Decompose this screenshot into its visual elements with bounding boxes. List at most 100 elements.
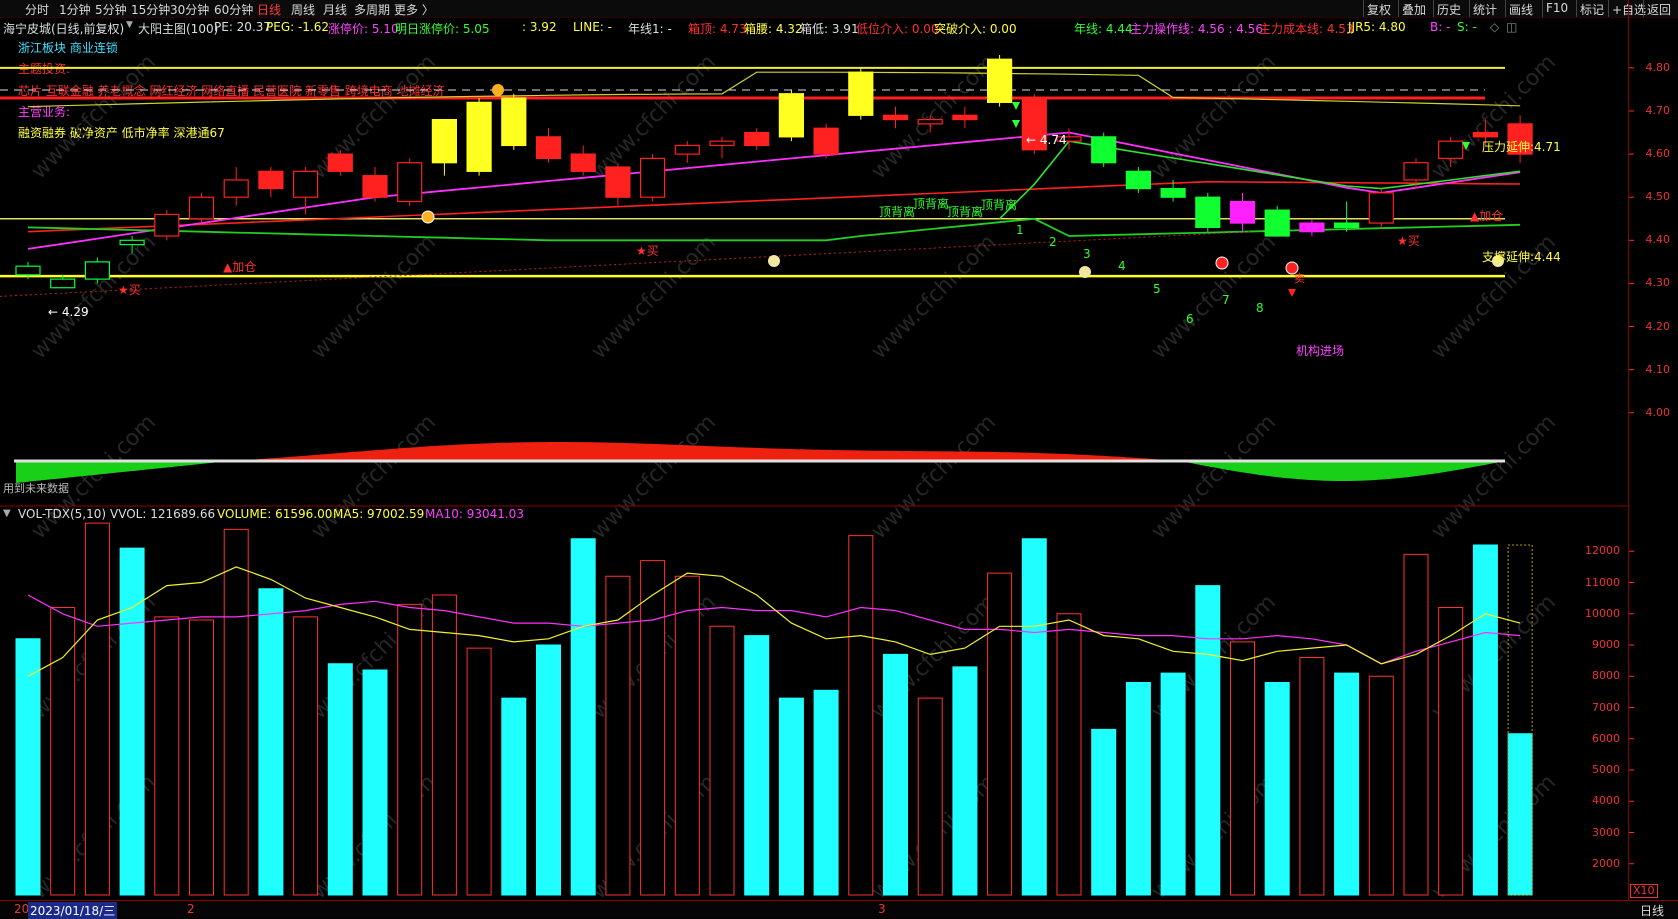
candle-body — [188, 196, 215, 220]
plus-marker-1 — [1215, 256, 1229, 270]
candle-body — [1091, 136, 1117, 164]
watermark-text: www.cfchi.com — [1147, 410, 1281, 544]
volume-bar — [917, 697, 943, 896]
date-month-3: 3 — [878, 902, 886, 916]
period-label: 日线 — [1640, 904, 1665, 918]
candle-body — [431, 118, 457, 164]
red-arrow-icon — [1288, 289, 1296, 297]
count-1: 1 — [1016, 223, 1024, 237]
volume-bar — [640, 560, 666, 896]
top-divergence-label-3: 顶背离 — [947, 205, 984, 219]
volume-bar — [536, 644, 561, 896]
watermark-text: www.cfchi.com — [307, 410, 441, 544]
volume-bar — [1091, 728, 1117, 896]
volume-bar — [1264, 682, 1290, 896]
volume-bar — [1368, 675, 1394, 896]
volume-tick-label: 6000 — [1592, 731, 1620, 745]
volume-bar — [84, 522, 110, 896]
volume-bar — [883, 653, 908, 896]
candle-body — [1229, 200, 1256, 224]
price-tick-label: 4.00 — [1645, 405, 1671, 419]
candle-body — [1195, 196, 1221, 228]
watermark-text: www.cfchi.com — [27, 50, 161, 184]
volume-bar — [1056, 613, 1082, 896]
volume-bar — [709, 625, 735, 896]
candle-body — [501, 97, 527, 147]
volume-tick-label: 9000 — [1592, 638, 1620, 651]
watermark-text: www.cfchi.com — [1427, 50, 1561, 184]
volume-bar — [50, 607, 76, 896]
volume-bar — [1472, 544, 1498, 896]
volume-bar — [1403, 553, 1429, 896]
volume-bar — [501, 697, 527, 896]
volume-tick-label: 7000 — [1592, 700, 1620, 714]
add-position-label-2: ▲加仓 — [1470, 209, 1504, 223]
candle-body — [327, 153, 353, 172]
volume-bar — [1125, 682, 1151, 896]
buy-label-3: ★买 — [1397, 234, 1420, 248]
apple-icon — [768, 255, 780, 267]
candle-body — [570, 153, 596, 172]
price-tick-label: 4.50 — [1645, 190, 1671, 204]
institution-entry-label: 机构进场 — [1296, 344, 1345, 358]
volume-bar — [362, 669, 388, 896]
candle-body — [952, 114, 978, 121]
volume-bar — [293, 616, 319, 896]
candle-body — [119, 239, 145, 246]
price-tick-label: 4.30 — [1645, 276, 1671, 290]
future-data-note: 用到未来数据 — [3, 482, 69, 495]
candle-body — [223, 179, 249, 198]
volume-bar — [987, 572, 1013, 896]
candle-body — [15, 265, 41, 276]
volume-tick-label: 8000 — [1592, 669, 1620, 683]
volume-bar — [1230, 641, 1255, 896]
candle-body — [639, 157, 666, 198]
buy-label-1: ★买 — [118, 283, 141, 297]
volume-bar — [848, 535, 874, 896]
chart-area[interactable]: www.cfchi.com www.cfchi.com www.cfchi.com w… — [0, 0, 1678, 917]
candle-body — [709, 140, 735, 147]
top-divergence-label-2: 顶背离 — [913, 197, 950, 211]
volume-bar — [1160, 672, 1186, 896]
right-axis-line — [1628, 0, 1629, 917]
candle-body — [1160, 187, 1186, 198]
candle-body — [605, 166, 631, 198]
volume-bar — [1334, 672, 1360, 896]
sell-label: 卖 — [1294, 272, 1305, 285]
dotted-trend-line — [0, 231, 1251, 297]
candle-body — [1264, 209, 1290, 237]
candle-body — [1472, 131, 1499, 138]
volume-bar — [1507, 733, 1533, 896]
candle-body — [84, 261, 111, 280]
ma10-value: MA10: 93041.03 — [425, 507, 524, 521]
candle-body — [1299, 222, 1325, 233]
watermark-text: www.cfchi.com — [867, 410, 1001, 544]
volume-bar — [189, 619, 214, 896]
volume-bar — [813, 689, 839, 896]
candle-body — [1403, 162, 1429, 181]
candle-body — [50, 278, 76, 289]
candle-body — [744, 131, 770, 147]
volume-indicator-name[interactable]: VOL-TDX(5,10) — [18, 507, 106, 521]
price-tick-label: 4.20 — [1645, 319, 1671, 333]
up-arrow-marker — [421, 210, 435, 224]
volume-bar — [466, 647, 492, 896]
candle-body — [778, 93, 805, 138]
price-tick-label: 4.40 — [1645, 233, 1671, 247]
count-7: 7 — [1222, 293, 1230, 307]
watermark-text: www.cfchi.com — [307, 230, 441, 364]
candle-body — [917, 118, 943, 125]
watermark-text: www.cfchi.com — [867, 230, 1001, 364]
candle-body — [1438, 140, 1464, 159]
volume-bar — [1021, 538, 1047, 896]
volume-bar — [778, 697, 804, 896]
volume-unit: X10 — [1630, 884, 1658, 898]
jjr-line — [27, 71, 1521, 108]
apple-icon — [1079, 266, 1091, 278]
volume-bar — [570, 538, 596, 896]
candle-body — [1333, 222, 1360, 228]
collapse-icon[interactable]: ▼ — [3, 508, 11, 519]
candle-body — [258, 170, 284, 190]
pressure-label: 压力延伸:4.71 — [1482, 140, 1561, 154]
volume-bar — [258, 588, 284, 896]
